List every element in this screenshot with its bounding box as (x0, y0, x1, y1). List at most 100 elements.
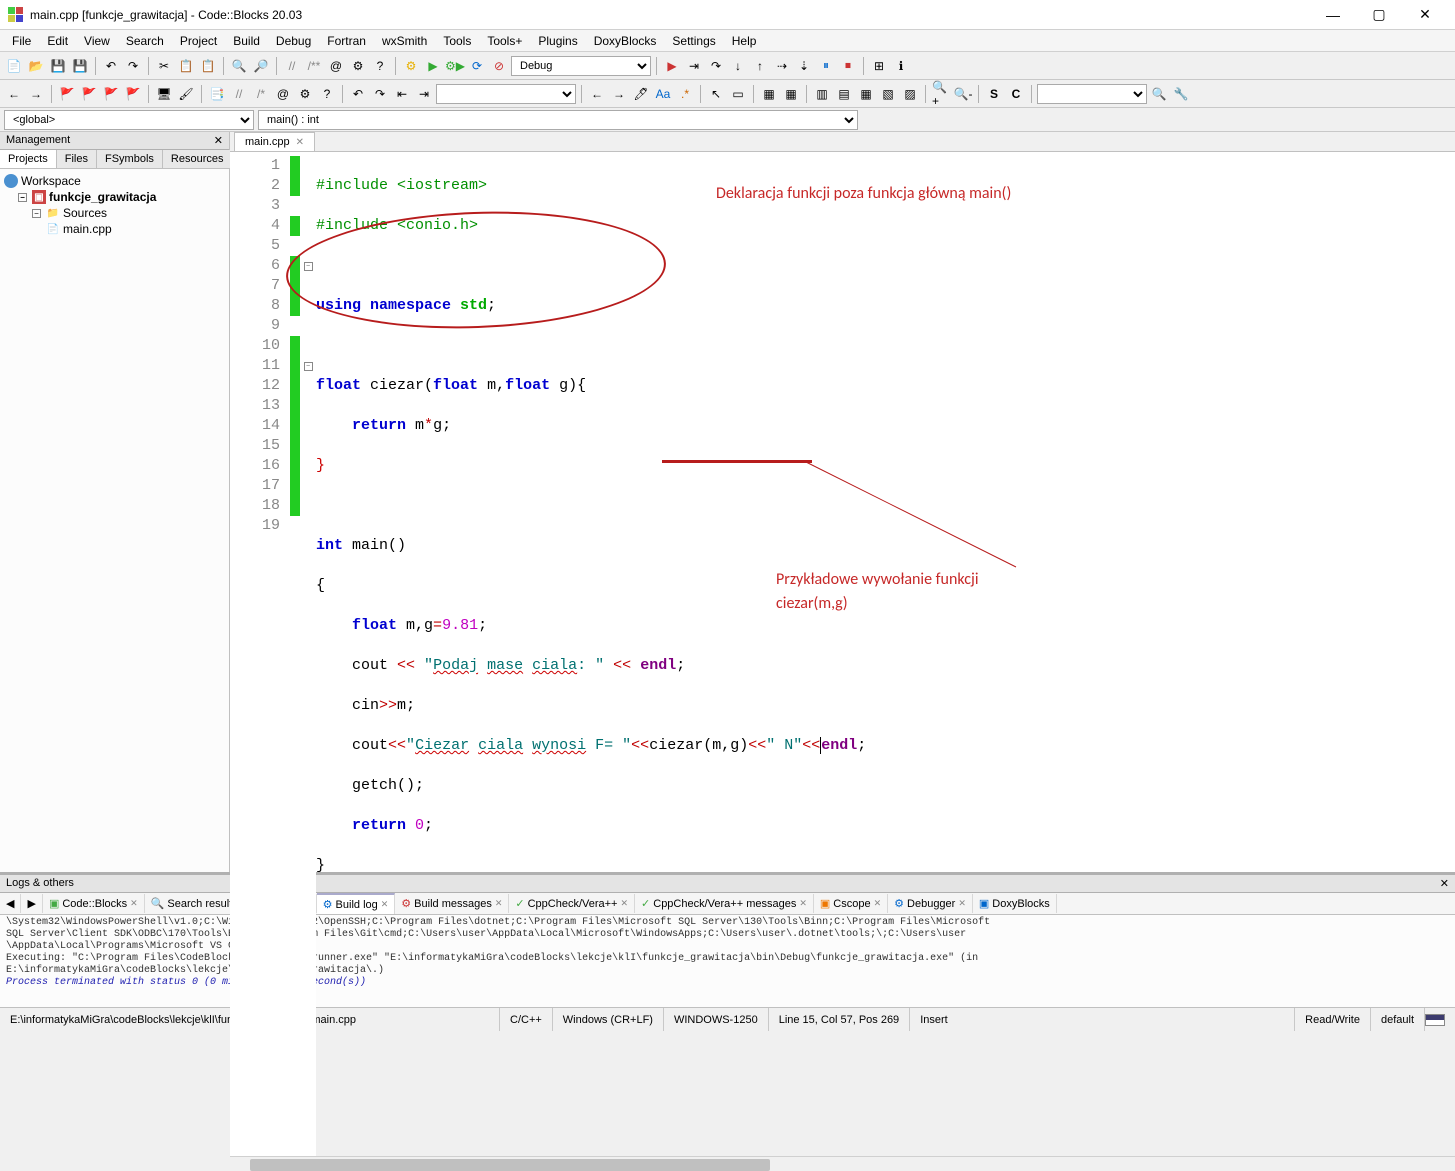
grid2-icon[interactable]: ▤ (834, 84, 854, 104)
build-run-icon[interactable]: ⚙▶ (445, 56, 465, 76)
menu-doxyblocks[interactable]: DoxyBlocks (586, 31, 665, 51)
menu-help[interactable]: Help (724, 31, 765, 51)
build-target-combo[interactable]: Debug (511, 56, 651, 76)
brush-icon[interactable]: 🖌 (176, 84, 196, 104)
menu-wxsmith[interactable]: wxSmith (374, 31, 435, 51)
bookmark-toggle-icon[interactable]: 🚩 (57, 84, 77, 104)
expand-icon[interactable]: − (32, 209, 41, 218)
comment2-icon[interactable]: // (229, 84, 249, 104)
editor-hscroll[interactable] (230, 1156, 1455, 1157)
hl-regex-icon[interactable]: .* (675, 84, 695, 104)
abort-icon[interactable]: ⊘ (489, 56, 509, 76)
menu-edit[interactable]: Edit (39, 31, 76, 51)
tab-close-icon[interactable]: ✕ (296, 137, 304, 148)
tab-resources[interactable]: Resources (163, 150, 233, 168)
search-combo[interactable] (436, 84, 576, 104)
step-instr-icon[interactable]: ⇣ (794, 56, 814, 76)
block-comment-icon[interactable]: /** (304, 56, 324, 76)
hl-fwd-icon[interactable]: → (609, 84, 629, 104)
grid3-icon[interactable]: ▦ (856, 84, 876, 104)
bookmark-clear-icon[interactable]: 🚩 (123, 84, 143, 104)
menu-file[interactable]: File (4, 31, 39, 51)
doxygen-icon[interactable]: @ (326, 56, 346, 76)
debug-run-icon[interactable]: ▶ (662, 56, 682, 76)
goto-decl-icon[interactable]: ⇤ (392, 84, 412, 104)
function-combo[interactable]: main() : int (258, 110, 858, 130)
rebuild-icon[interactable]: ⟳ (467, 56, 487, 76)
menu-fortran[interactable]: Fortran (319, 31, 374, 51)
hl-toggle-icon[interactable]: 🖊 (631, 84, 651, 104)
scroll-thumb[interactable] (250, 1159, 770, 1171)
editor-tab-main[interactable]: main.cpp ✕ (234, 132, 315, 151)
bookmark-next2-icon[interactable]: 🚩 (101, 84, 121, 104)
config-icon[interactable]: ⚙ (348, 56, 368, 76)
pointer-icon[interactable]: ↖ (706, 84, 726, 104)
run-icon[interactable]: ▶ (423, 56, 443, 76)
hl-back-icon[interactable]: ← (587, 84, 607, 104)
next-instr-icon[interactable]: ⇢ (772, 56, 792, 76)
grid4-icon[interactable]: ▧ (878, 84, 898, 104)
find-back-icon[interactable]: ↶ (348, 84, 368, 104)
menu-project[interactable]: Project (172, 31, 225, 51)
comment-icon[interactable]: // (282, 56, 302, 76)
cut-icon[interactable]: ✂ (154, 56, 174, 76)
find-fwd-icon[interactable]: ↷ (370, 84, 390, 104)
grid1-icon[interactable]: ▥ (812, 84, 832, 104)
wrench-icon[interactable]: 🔧 (1171, 84, 1191, 104)
insert-comp2-icon[interactable]: ▦ (781, 84, 801, 104)
source-c-icon[interactable]: C (1006, 84, 1026, 104)
tree-sources[interactable]: − 📁 Sources (4, 205, 225, 221)
build-icon[interactable]: ⚙ (401, 56, 421, 76)
new-file-icon[interactable]: 📄 (4, 56, 24, 76)
zoom-in-icon[interactable]: 🔍+ (931, 84, 951, 104)
menu-build[interactable]: Build (225, 31, 268, 51)
menu-toolsplus[interactable]: Tools+ (479, 31, 530, 51)
run-to-cursor-icon[interactable]: ⇥ (684, 56, 704, 76)
debug-windows-icon[interactable]: ⊞ (869, 56, 889, 76)
uncomment-icon[interactable]: /* (251, 84, 271, 104)
tree-workspace[interactable]: Workspace (4, 173, 225, 189)
cpu-icon[interactable]: 🖥 (154, 84, 174, 104)
close-button[interactable]: ✕ (1403, 1, 1447, 29)
tree-file-main[interactable]: 📄 main.cpp (4, 221, 225, 237)
menu-debug[interactable]: Debug (268, 31, 319, 51)
grid5-icon[interactable]: ▨ (900, 84, 920, 104)
gear2-icon[interactable]: ⚙ (295, 84, 315, 104)
find-icon[interactable]: 🔍 (229, 56, 249, 76)
bookmark-next-icon[interactable]: → (26, 84, 46, 104)
tab-fsymbols[interactable]: FSymbols (97, 150, 163, 168)
search3-icon[interactable]: 🔍 (1149, 84, 1169, 104)
copy-icon[interactable]: 📋 (176, 56, 196, 76)
tab-files[interactable]: Files (57, 150, 97, 168)
menu-plugins[interactable]: Plugins (530, 31, 585, 51)
perspective-combo[interactable] (1037, 84, 1147, 104)
management-close-icon[interactable]: ✕ (214, 134, 223, 147)
minimize-button[interactable]: — (1311, 1, 1355, 29)
tree-project[interactable]: − ▣ funkcje_grawitacja (4, 189, 225, 205)
open-icon[interactable]: 📂 (26, 56, 46, 76)
q-icon[interactable]: ? (317, 84, 337, 104)
help-icon[interactable]: ? (370, 56, 390, 76)
open-include-icon[interactable]: 📑 (207, 84, 227, 104)
tab-projects[interactable]: Projects (0, 150, 57, 168)
step-into-icon[interactable]: ↓ (728, 56, 748, 76)
select-icon[interactable]: ▭ (728, 84, 748, 104)
insert-comp-icon[interactable]: ▦ (759, 84, 779, 104)
replace-icon[interactable]: 🔎 (251, 56, 271, 76)
source-s-icon[interactable]: S (984, 84, 1004, 104)
undo-icon[interactable]: ↶ (101, 56, 121, 76)
paste-icon[interactable]: 📋 (198, 56, 218, 76)
menu-view[interactable]: View (76, 31, 118, 51)
stop-icon[interactable]: ⏹ (838, 56, 858, 76)
goto-impl-icon[interactable]: ⇥ (414, 84, 434, 104)
hl-case-icon[interactable]: Aa (653, 84, 673, 104)
save-all-icon[interactable]: 💾 (70, 56, 90, 76)
logs-nav-next[interactable]: ▶ (21, 894, 42, 913)
logs-nav-prev[interactable]: ◀ (0, 894, 21, 913)
menu-settings[interactable]: Settings (664, 31, 723, 51)
code-editor[interactable]: 12345 678910 1112131415 16171819 − − #in… (230, 152, 1455, 1156)
zoom-out-icon[interactable]: 🔍- (953, 84, 973, 104)
bookmark-prev-icon[interactable]: ← (4, 84, 24, 104)
menu-tools[interactable]: Tools (435, 31, 479, 51)
namespace-combo[interactable]: <global> (4, 110, 254, 130)
